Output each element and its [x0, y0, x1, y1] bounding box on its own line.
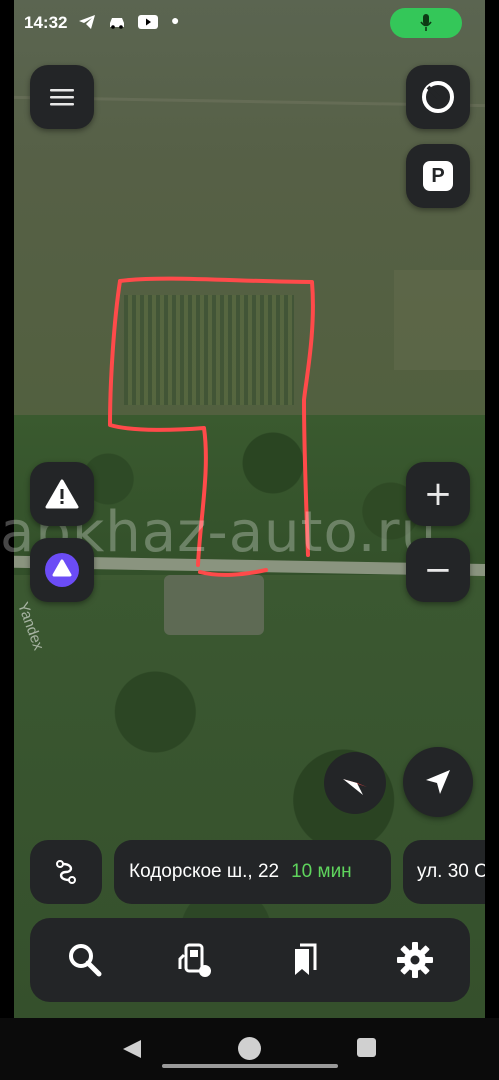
route-address: Кодорское ш., 22	[129, 861, 280, 882]
alice-ring-button[interactable]	[406, 65, 470, 129]
car-icon	[110, 18, 124, 29]
gesture-bar	[162, 1064, 338, 1068]
search-icon	[69, 944, 102, 977]
back-icon[interactable]	[121, 1038, 143, 1060]
notification-dot: ●	[171, 12, 180, 28]
telegram-icon	[79, 15, 95, 29]
menu-icon	[50, 89, 74, 106]
menu-button[interactable]	[30, 65, 94, 129]
alice-button[interactable]	[30, 538, 94, 602]
mic-indicator[interactable]	[390, 8, 462, 38]
search-button[interactable]	[55, 930, 115, 990]
route-eta: 10 мин	[291, 861, 352, 882]
clock: 14:32	[24, 13, 68, 32]
fuel-station-icon	[178, 943, 211, 977]
routes-button[interactable]	[30, 840, 102, 904]
minus-icon: −	[423, 550, 453, 590]
screen: Yandex abkhaz-auto.ru 14:32 ● P + − Кодо…	[0, 0, 499, 1080]
settings-icon	[397, 942, 433, 978]
recent-apps-icon[interactable]	[357, 1038, 376, 1057]
microphone-icon	[420, 14, 432, 31]
road-alert-button[interactable]	[30, 462, 94, 526]
compass-button[interactable]	[324, 752, 386, 814]
alert-icon	[45, 479, 79, 509]
zoom-in-button[interactable]: +	[406, 462, 470, 526]
bottom-toolbar	[30, 918, 470, 1002]
bookmarks-icon	[295, 943, 317, 975]
home-icon[interactable]	[238, 1037, 261, 1060]
route-chip-home[interactable]: Кодорское ш., 22 10 мин	[114, 840, 391, 904]
my-location-button[interactable]	[403, 747, 473, 817]
youtube-icon	[138, 15, 158, 29]
zoom-out-button[interactable]: −	[406, 538, 470, 602]
status-bar: 14:32 ●	[0, 0, 499, 46]
route-address: ул. 30 С	[417, 861, 485, 882]
route-chip-second[interactable]: ул. 30 С	[403, 840, 485, 904]
navigation-arrow-icon	[426, 770, 450, 794]
parking-button[interactable]: P	[406, 144, 470, 208]
notification-icons	[78, 14, 158, 30]
parking-label: P	[423, 161, 453, 191]
route-icon	[56, 860, 76, 884]
bookmarks-button[interactable]	[275, 930, 335, 990]
compass-icon	[343, 779, 367, 795]
plus-icon: +	[423, 474, 453, 514]
settings-button[interactable]	[385, 930, 445, 990]
alice-icon	[45, 553, 79, 587]
fuel-button[interactable]	[165, 930, 225, 990]
alice-ring-icon	[422, 81, 454, 113]
